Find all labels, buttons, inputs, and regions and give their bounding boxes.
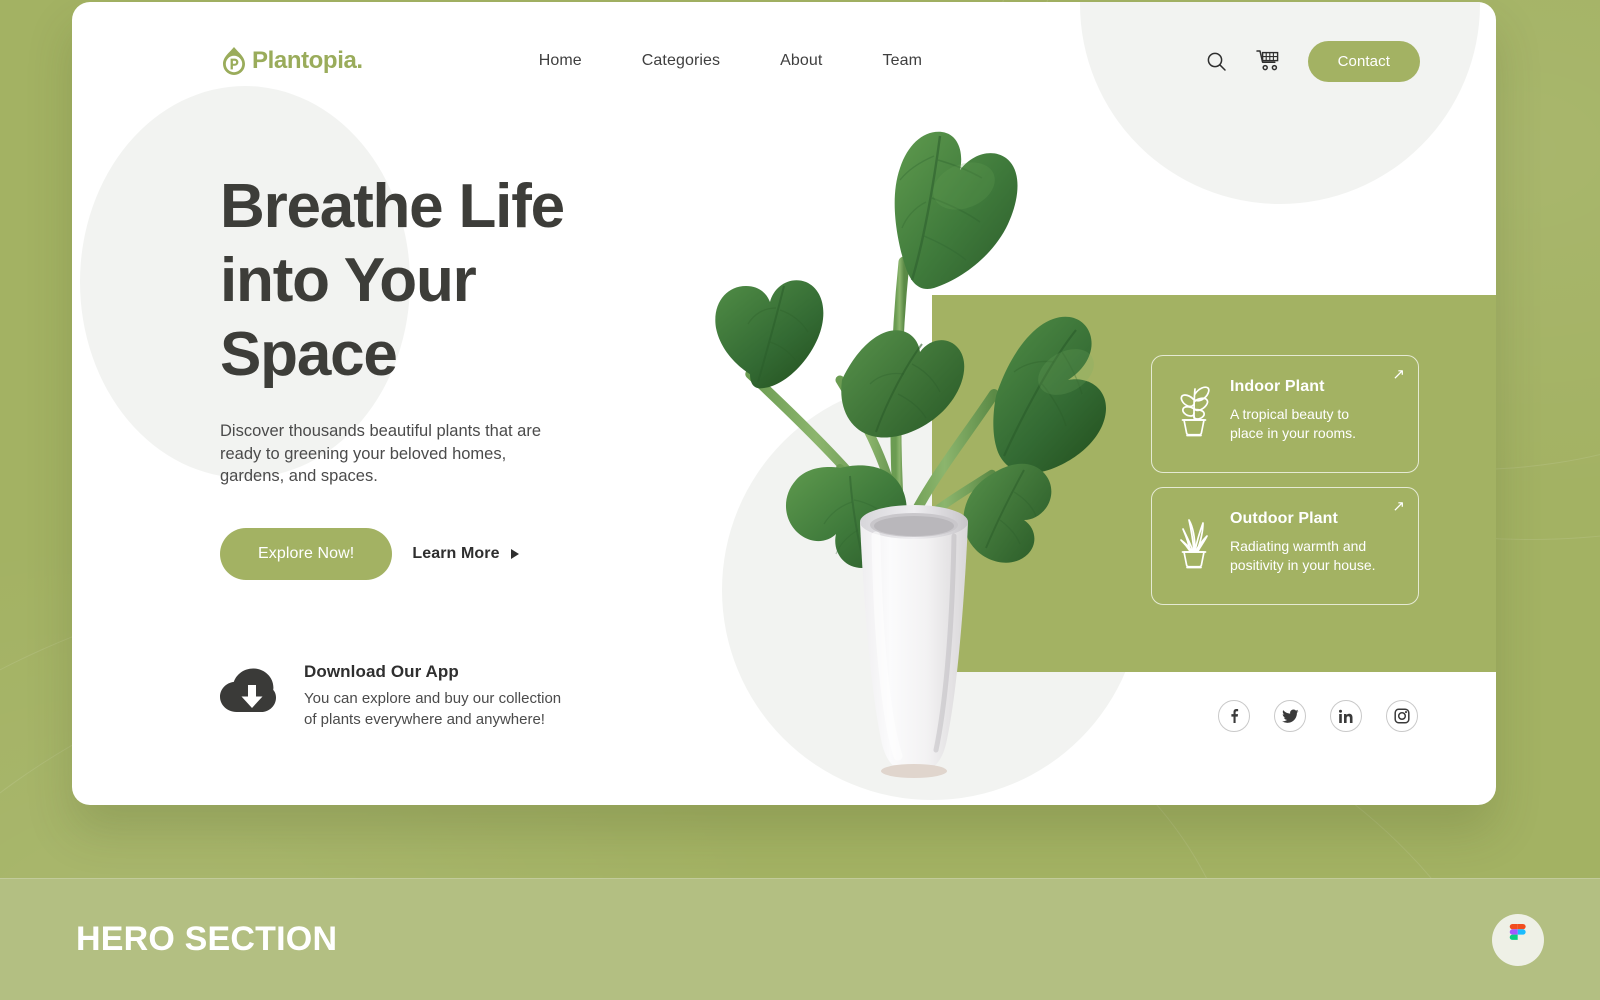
hero-plant-image: [672, 112, 1132, 782]
cloud-download-icon: [220, 668, 276, 712]
twitter-link[interactable]: [1274, 700, 1306, 732]
feature-card-description: A tropical beauty to place in your rooms…: [1230, 406, 1357, 441]
feature-card-text: Outdoor Plant Radiating warmth and posit…: [1230, 510, 1380, 575]
footer-bar: HERO SECTION: [0, 878, 1600, 1000]
headline-line-1: Breathe Life: [220, 172, 565, 241]
facebook-link[interactable]: [1218, 700, 1250, 732]
instagram-link[interactable]: [1386, 700, 1418, 732]
linkedin-link[interactable]: [1330, 700, 1362, 732]
main-nav: Home Categories About Team: [539, 52, 922, 70]
search-icon: [1207, 52, 1226, 71]
hero-card: Plantopia. Home Categories About Team Co…: [72, 2, 1496, 805]
download-app-text: Download Our App You can explore and buy…: [304, 662, 576, 730]
instagram-icon: [1394, 708, 1410, 724]
arrow-up-right-icon[interactable]: ↗: [1392, 499, 1405, 514]
leaf-right-upper: [993, 316, 1106, 474]
potted-snake-plant-icon: [1180, 519, 1208, 569]
feature-card-description: Radiating warmth and positivity in your …: [1230, 538, 1376, 573]
hero-copy: Breathe Life into Your Space Discover th…: [220, 170, 660, 580]
site-header: Plantopia. Home Categories About Team Co…: [72, 2, 1496, 120]
shopping-cart-icon: [1256, 50, 1279, 71]
brand-logo[interactable]: Plantopia.: [220, 46, 363, 76]
feature-card-text: Indoor Plant A tropical beauty to place …: [1230, 378, 1380, 443]
headline-line-2: into Your: [220, 246, 477, 315]
feature-card-indoor-plant[interactable]: Indoor Plant A tropical beauty to place …: [1151, 355, 1419, 473]
figma-logo-icon: [1509, 923, 1526, 940]
facebook-icon: [1231, 709, 1239, 723]
figma-badge[interactable]: [1492, 913, 1544, 966]
feature-card-title: Outdoor Plant: [1230, 510, 1338, 527]
monstera-plant-illustration: [715, 131, 1106, 778]
brand-name: Plantopia.: [252, 47, 363, 74]
social-links: [1218, 700, 1418, 732]
hero-cta-row: Explore Now! Learn More: [220, 527, 660, 580]
nav-item-team[interactable]: Team: [882, 52, 922, 70]
learn-more-link[interactable]: Learn More: [412, 544, 519, 563]
hero-subcopy: Discover thousands beautiful plants that…: [220, 422, 542, 485]
nav-item-categories[interactable]: Categories: [642, 52, 720, 70]
download-app-title: Download Our App: [304, 662, 459, 681]
linkedin-icon: [1339, 709, 1353, 723]
download-app-block[interactable]: Download Our App You can explore and buy…: [220, 662, 576, 730]
potted-leafy-plant-icon: [1180, 386, 1210, 437]
headline-line-3: Space: [220, 320, 398, 389]
nav-item-home[interactable]: Home: [539, 52, 582, 70]
plant-pot: [860, 505, 968, 778]
twitter-icon: [1281, 709, 1298, 723]
search-button[interactable]: [1204, 48, 1230, 74]
feature-card-list: Indoor Plant A tropical beauty to place …: [1151, 355, 1419, 605]
feature-card-outdoor-plant[interactable]: Outdoor Plant Radiating warmth and posit…: [1151, 487, 1419, 605]
nav-item-about[interactable]: About: [780, 52, 822, 70]
play-caret-icon: [510, 548, 519, 559]
footer-title: HERO SECTION: [76, 920, 338, 958]
learn-more-label: Learn More: [412, 544, 500, 562]
explore-now-button[interactable]: Explore Now!: [220, 527, 393, 580]
leaf-right-lower: [963, 463, 1052, 563]
leaf-p-logo-icon: [223, 47, 245, 75]
leaf-left-upper: [715, 280, 824, 389]
contact-button[interactable]: Contact: [1307, 40, 1420, 82]
leaf-top: [894, 131, 1018, 289]
header-actions: Contact: [1204, 40, 1420, 82]
leaf-center: [841, 330, 965, 438]
feature-card-title: Indoor Plant: [1230, 378, 1325, 395]
arrow-up-right-icon[interactable]: ↗: [1392, 367, 1405, 382]
page-title: Breathe Life into Your Space: [220, 170, 660, 392]
download-app-description: You can explore and buy our collection o…: [304, 690, 562, 728]
cart-button[interactable]: [1256, 48, 1282, 74]
